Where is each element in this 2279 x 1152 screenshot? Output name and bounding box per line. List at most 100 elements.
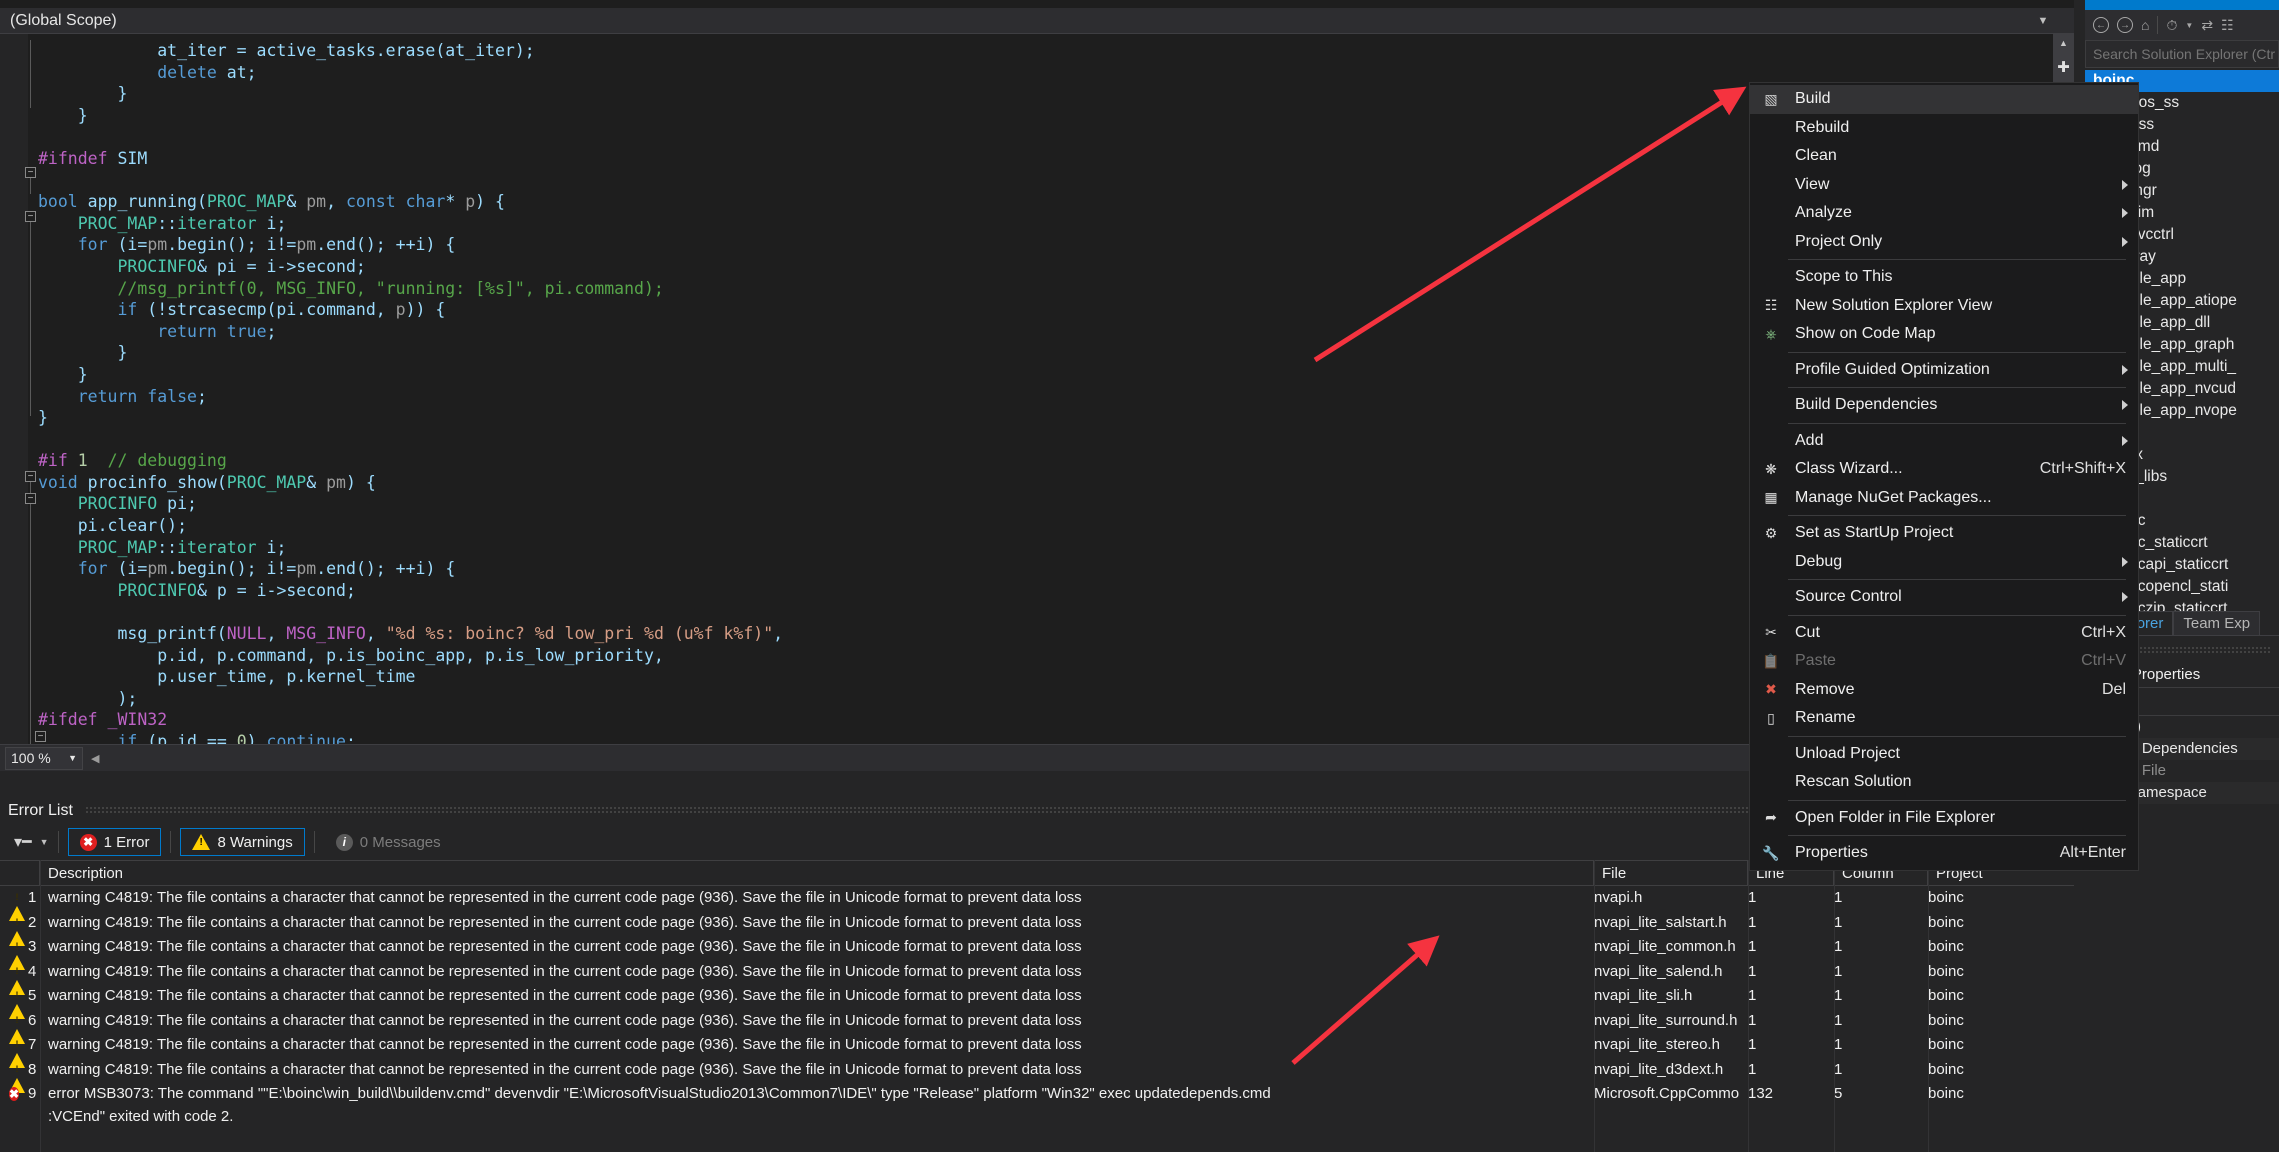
hscroll-left-icon[interactable]: ◀ <box>91 752 99 765</box>
menu-item-unload-project[interactable]: Unload Project <box>1750 740 2138 769</box>
menu-item-label: Cut <box>1795 623 1820 641</box>
chevron-down-icon[interactable]: ▼ <box>2185 21 2193 30</box>
table-row[interactable]: 7 warning C4819: The file contains a char… <box>0 1033 2074 1068</box>
filter-icon[interactable]: ▾━ <box>14 832 32 852</box>
menu-item-open-folder-in-file-explorer[interactable]: ➦ Open Folder in File Explorer <box>1750 804 2138 833</box>
column-separator <box>40 860 41 1152</box>
chevron-down-icon[interactable]: ▼ <box>2028 15 2058 27</box>
indicator-margin <box>0 34 28 744</box>
codemap-icon: ⎈ <box>1765 325 1777 342</box>
filter-messages-button[interactable]: i 0 Messages <box>324 828 453 856</box>
collapse-all-icon[interactable]: ☷ <box>2221 17 2234 34</box>
forward-icon[interactable]: → <box>2117 17 2133 33</box>
menu-item-show-on-code-map[interactable]: ⎈ Show on Code Map <box>1750 320 2138 349</box>
search-input[interactable] <box>2086 46 2278 62</box>
chevron-down-icon[interactable]: ▼ <box>40 837 49 847</box>
menu-item-view[interactable]: View <box>1750 171 2138 200</box>
menu-item-rename[interactable]: ▯ Rename <box>1750 704 2138 733</box>
warning-icon <box>9 987 25 1019</box>
filter-warnings-button[interactable]: 8 Warnings <box>180 828 305 856</box>
row-description: warning C4819: The file contains a chara… <box>48 938 1082 955</box>
tab-team-explorer[interactable]: Team Exp <box>2173 611 2261 635</box>
row-project: boinc <box>1928 938 1964 955</box>
menu-item-label: Set as StartUp Project <box>1795 524 1954 542</box>
table-row[interactable]: 4 warning C4819: The file contains a char… <box>0 960 2074 995</box>
menu-item-scope-to-this[interactable]: Scope to This <box>1750 263 2138 292</box>
scroll-up-icon[interactable]: ▲ <box>2053 34 2074 52</box>
back-icon[interactable]: ← <box>2093 17 2109 33</box>
row-file: nvapi_lite_salend.h <box>1594 962 1723 980</box>
menu-item-clean[interactable]: Clean <box>1750 142 2138 171</box>
menu-separator <box>1788 835 2126 836</box>
column-separator <box>1594 860 1595 1152</box>
menu-item-debug[interactable]: Debug <box>1750 548 2138 577</box>
row-description: warning C4819: The file contains a chara… <box>48 1036 1082 1053</box>
menu-item-paste[interactable]: 📋 Paste Ctrl+V <box>1750 647 2138 676</box>
fold-box-func-procinfo-show[interactable]: − <box>25 493 36 504</box>
filter-errors-button[interactable]: ✖ 1 Error <box>67 828 162 856</box>
menu-item-remove[interactable]: ✖ Remove Del <box>1750 676 2138 705</box>
home-icon[interactable]: ⌂ <box>2141 17 2149 33</box>
menu-item-build[interactable]: ▧ Build <box>1750 85 2138 114</box>
header-severity[interactable] <box>0 861 40 886</box>
navigation-bar: (Global Scope) ▼ <box>0 8 2074 34</box>
row-file: nvapi_lite_stereo.h <box>1594 1036 1720 1053</box>
menu-item-label: Remove <box>1795 680 1855 698</box>
table-row[interactable]: 5 warning C4819: The file contains a char… <box>0 984 2074 1019</box>
header-file[interactable]: File <box>1594 861 1748 886</box>
menu-item-profile-guided-optimization[interactable]: Profile Guided Optimization <box>1750 356 2138 385</box>
zoom-level-dropdown[interactable]: 100 % ▼ <box>5 746 83 770</box>
row-column: 1 <box>1834 987 1843 1004</box>
split-view-icon[interactable]: ✚ <box>2056 60 2071 75</box>
sync-icon[interactable]: ⇄ <box>2201 17 2213 34</box>
menu-item-shortcut: Ctrl+X <box>2081 623 2126 641</box>
menu-item-rescan-solution[interactable]: Rescan Solution <box>1750 768 2138 797</box>
row-description: error MSB3073: The command ""E:\boinc\wi… <box>48 1085 1271 1102</box>
chevron-right-icon <box>2122 556 2128 567</box>
menu-item-label: Paste <box>1795 652 1836 670</box>
code-text-area[interactable]: − − − − − at_iter = active_tasks.erase(a… <box>0 34 2053 744</box>
header-description[interactable]: Description <box>40 861 1594 886</box>
table-row[interactable]: 8 warning C4819: The file contains a char… <box>0 1058 2074 1093</box>
table-row[interactable]: 2 warning C4819: The file contains a char… <box>0 911 2074 946</box>
project-context-menu[interactable]: ▧ Build Rebuild Clean View Analyze Project Onl… <box>1749 82 2139 871</box>
fold-box-func-app-running[interactable]: − <box>25 211 36 222</box>
menu-item-properties[interactable]: 🔧 Properties Alt+Enter <box>1750 839 2138 868</box>
menu-item-label: Build <box>1795 90 1831 108</box>
menu-item-source-control[interactable]: Source Control <box>1750 583 2138 612</box>
source-code: at_iter = active_tasks.erase(at_iter); d… <box>38 41 784 744</box>
menu-item-label: Add <box>1795 431 1824 449</box>
row-number: 7 <box>28 1036 37 1053</box>
chevron-right-icon <box>2122 592 2128 603</box>
fold-box-if1[interactable]: − <box>25 471 36 482</box>
menu-item-add[interactable]: Add <box>1750 427 2138 456</box>
table-row[interactable]: 3 warning C4819: The file contains a char… <box>0 935 2074 970</box>
menu-separator <box>1788 799 2126 801</box>
menu-item-set-as-startup-project[interactable]: ⚙ Set as StartUp Project <box>1750 519 2138 548</box>
filter-warnings-label: 8 Warnings <box>217 833 293 851</box>
table-row[interactable]: 6 warning C4819: The file contains a char… <box>0 1009 2074 1044</box>
menu-item-build-dependencies[interactable]: Build Dependencies <box>1750 391 2138 420</box>
menu-item-class-wizard[interactable]: ❋ Class Wizard... Ctrl+Shift+X <box>1750 455 2138 484</box>
menu-separator <box>1788 614 2126 616</box>
menu-item-label: Scope to This <box>1795 268 1893 286</box>
solution-explorer-search-box[interactable] <box>2085 40 2279 68</box>
pending-changes-icon[interactable]: ⏱ <box>2166 17 2177 34</box>
table-row[interactable]: ✖ 9 error MSB3073: The command ""E:\boinc\… <box>0 1082 2074 1129</box>
row-project: boinc <box>1928 987 1964 1004</box>
menu-item-new-solution-explorer-view[interactable]: ☷ New Solution Explorer View <box>1750 292 2138 321</box>
chevron-down-icon: ▼ <box>68 753 77 763</box>
menu-item-project-only[interactable]: Project Only <box>1750 228 2138 257</box>
row-file: nvapi_lite_salstart.h <box>1594 913 1727 931</box>
fold-box-ifndef[interactable]: − <box>25 167 36 178</box>
menu-item-rebuild[interactable]: Rebuild <box>1750 114 2138 143</box>
filter-errors-label: 1 Error <box>103 833 150 851</box>
menu-item-cut[interactable]: ✂ Cut Ctrl+X <box>1750 619 2138 648</box>
menu-item-label: Properties <box>1795 844 1868 862</box>
menu-item-manage-nuget-packages[interactable]: ▦ Manage NuGet Packages... <box>1750 484 2138 513</box>
toolbar-separator <box>313 831 315 853</box>
menu-item-analyze[interactable]: Analyze <box>1750 199 2138 228</box>
scope-dropdown[interactable]: (Global Scope) <box>0 8 2028 34</box>
table-row[interactable]: 1 warning C4819: The file contains a char… <box>0 886 2074 921</box>
row-number: 2 <box>28 913 37 931</box>
